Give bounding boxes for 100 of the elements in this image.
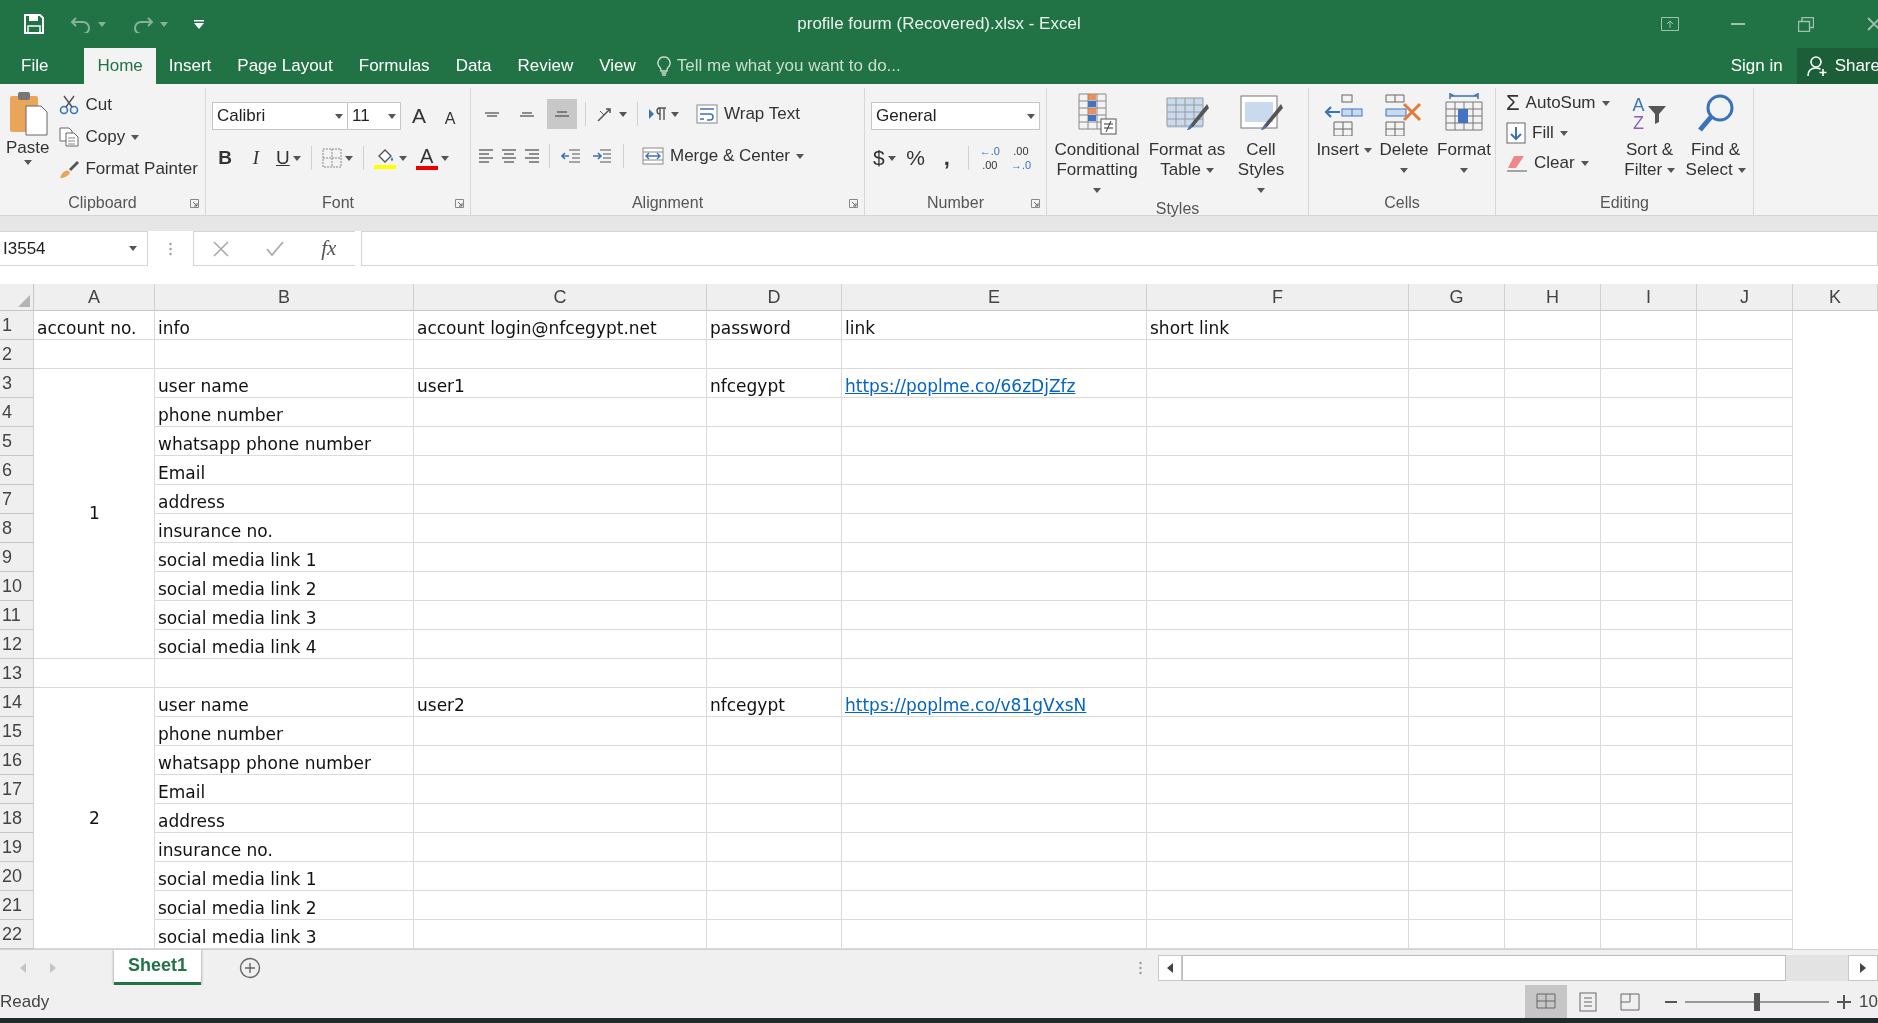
column-header[interactable]: K bbox=[1793, 284, 1878, 311]
horizontal-scrollbar[interactable] bbox=[1158, 954, 1878, 981]
font-size-dropdown[interactable]: 11 bbox=[347, 102, 401, 130]
delete-button[interactable]: Delete bbox=[1375, 88, 1433, 191]
zoom-out-button[interactable] bbox=[1665, 1000, 1678, 1003]
row-header[interactable]: 13 bbox=[0, 659, 34, 688]
copy-button[interactable]: Copy bbox=[55, 122, 202, 152]
comma-style-button[interactable]: , bbox=[933, 144, 960, 172]
sort-filter-button[interactable]: A Z Sort & Filter bbox=[1619, 88, 1680, 191]
ribbon-tab[interactable]: Review bbox=[504, 48, 587, 84]
row-header[interactable]: 8 bbox=[0, 514, 34, 543]
row-header[interactable]: 15 bbox=[0, 717, 34, 746]
number-format-dropdown[interactable]: General bbox=[871, 102, 1040, 130]
row-header[interactable]: 17 bbox=[0, 775, 34, 804]
row-header[interactable]: 2 bbox=[0, 340, 34, 369]
row-header[interactable]: 11 bbox=[0, 601, 34, 630]
new-sheet-button[interactable] bbox=[239, 956, 262, 979]
sheet-tab[interactable]: Sheet1 bbox=[114, 950, 202, 985]
search-field[interactable]: Tell me what you want to do... bbox=[676, 56, 901, 76]
row-header[interactable]: 14 bbox=[0, 688, 34, 717]
format-button[interactable]: Format bbox=[1435, 88, 1493, 191]
insert-button[interactable]: Insert bbox=[1315, 88, 1373, 191]
scroll-left-button[interactable] bbox=[1158, 954, 1182, 981]
ribbon-tab[interactable]: Page Layout bbox=[224, 48, 346, 84]
row-header[interactable]: 12 bbox=[0, 630, 34, 659]
clear-button[interactable]: Clear bbox=[1502, 148, 1614, 178]
zoom-in-button[interactable] bbox=[1837, 994, 1852, 1009]
dialog-launcher-icon bbox=[455, 199, 464, 208]
autosum-button[interactable]: Σ AutoSum bbox=[1502, 88, 1614, 118]
scrollbar-thumb[interactable] bbox=[1182, 954, 1786, 981]
column-header[interactable]: C bbox=[414, 284, 707, 311]
underline-button[interactable]: U bbox=[274, 144, 303, 172]
cell-text: social media link 1 bbox=[158, 550, 317, 570]
row-header[interactable]: 6 bbox=[0, 456, 34, 485]
increase-decimal-button[interactable]: ←.0 .00 bbox=[976, 144, 1003, 172]
format-painter-button[interactable]: Format Painter bbox=[55, 154, 202, 184]
ribbon-tab[interactable]: View bbox=[586, 48, 649, 84]
ribbon-tab[interactable]: File bbox=[8, 48, 62, 84]
format-as-table-button[interactable]: Format as Table bbox=[1145, 88, 1229, 200]
font-color-button[interactable]: A bbox=[413, 144, 451, 172]
merge-center-button[interactable]: Merge & Center bbox=[638, 141, 808, 171]
row-header[interactable]: 5 bbox=[0, 427, 34, 456]
bold-button[interactable]: B bbox=[212, 144, 238, 172]
scroll-right-button[interactable] bbox=[1848, 954, 1878, 981]
conditional-formatting-button[interactable]: Conditional Formatting bbox=[1053, 88, 1141, 200]
cancel-button[interactable] bbox=[212, 240, 229, 257]
font-name-dropdown[interactable]: Calibri bbox=[212, 102, 348, 130]
select-all-button[interactable] bbox=[0, 284, 34, 311]
column-header[interactable]: A bbox=[34, 284, 155, 311]
row-header[interactable]: 16 bbox=[0, 746, 34, 775]
normal-view-button[interactable] bbox=[1525, 985, 1568, 1018]
enter-button[interactable] bbox=[265, 240, 284, 257]
row-header[interactable]: 9 bbox=[0, 543, 34, 572]
cell-styles-button[interactable]: Cell Styles bbox=[1233, 88, 1289, 200]
column-header[interactable]: I bbox=[1601, 284, 1697, 311]
accounting-format-button[interactable]: $ bbox=[871, 144, 898, 172]
shrink-font-button[interactable]: A bbox=[437, 102, 463, 130]
scissors-icon bbox=[59, 95, 80, 115]
row-header[interactable]: 4 bbox=[0, 398, 34, 427]
decrease-decimal-button[interactable]: .00 →.0 bbox=[1007, 144, 1035, 172]
link[interactable]: https://poplme.co/66zDjZfz bbox=[845, 376, 1076, 396]
formula-input[interactable] bbox=[361, 231, 1878, 266]
row-header[interactable]: 18 bbox=[0, 804, 34, 833]
column-header[interactable]: D bbox=[707, 284, 842, 311]
grow-font-button[interactable]: A bbox=[406, 102, 432, 130]
wrap-text-button[interactable]: Wrap Text bbox=[692, 99, 804, 129]
italic-button[interactable]: I bbox=[243, 144, 269, 172]
ribbon-tab[interactable]: Data bbox=[442, 48, 505, 84]
sign-in-link[interactable]: Sign in bbox=[1716, 48, 1797, 84]
fill-button[interactable]: Fill bbox=[1502, 118, 1614, 148]
row-header[interactable]: 20 bbox=[0, 862, 34, 891]
dialog-launcher-icon bbox=[849, 199, 858, 208]
column-header[interactable]: B bbox=[155, 284, 414, 311]
ribbon-tab[interactable]: Insert bbox=[155, 48, 225, 84]
row-header[interactable]: 10 bbox=[0, 572, 34, 601]
cut-button[interactable]: Cut bbox=[55, 90, 202, 120]
percent-button[interactable]: % bbox=[902, 144, 929, 172]
column-header[interactable]: H bbox=[1505, 284, 1601, 311]
ribbon-tab[interactable]: Formulas bbox=[345, 48, 443, 84]
row-header[interactable]: 3 bbox=[0, 369, 34, 398]
column-header[interactable]: F bbox=[1147, 284, 1409, 311]
column-header[interactable]: J bbox=[1697, 284, 1793, 311]
row-header[interactable]: 21 bbox=[0, 891, 34, 920]
row-header[interactable]: 22 bbox=[0, 920, 34, 949]
insert-function-button[interactable]: fx bbox=[321, 236, 337, 261]
find-select-button[interactable]: Find & Select bbox=[1685, 88, 1746, 191]
paste-button[interactable]: Paste bbox=[6, 88, 50, 191]
zoom-level[interactable]: 10 bbox=[1859, 991, 1878, 1012]
link[interactable]: https://poplme.co/v81gVxsN bbox=[845, 695, 1087, 715]
row-header[interactable]: 7 bbox=[0, 485, 34, 514]
column-header[interactable]: E bbox=[842, 284, 1147, 311]
row-header[interactable]: 19 bbox=[0, 833, 34, 862]
align-bottom-button[interactable] bbox=[547, 99, 577, 129]
caret-icon bbox=[398, 155, 407, 161]
restore-icon bbox=[1798, 16, 1814, 32]
row-header[interactable]: 1 bbox=[0, 311, 34, 340]
slider-thumb[interactable] bbox=[1754, 992, 1761, 1011]
column-header[interactable]: G bbox=[1409, 284, 1505, 311]
ribbon-tab[interactable]: Home bbox=[84, 48, 156, 84]
name-box[interactable]: I3554 bbox=[0, 231, 148, 266]
